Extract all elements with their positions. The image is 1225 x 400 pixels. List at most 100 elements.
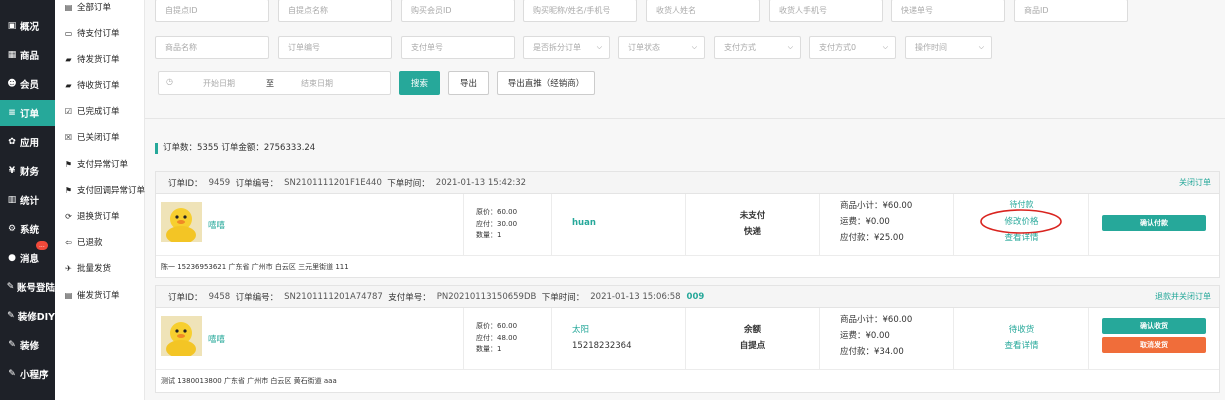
product-id-field[interactable]: 商品ID bbox=[1014, 0, 1128, 22]
clock-icon: ◷ bbox=[166, 77, 173, 86]
delivery-method: 自提点 bbox=[739, 341, 766, 351]
nav-item-system[interactable]: ⚙ 系统 bbox=[0, 216, 55, 242]
submenu-label: 待支付订单 bbox=[77, 29, 120, 39]
nav-item-decorate[interactable]: ✎ 装修 bbox=[0, 332, 55, 358]
submenu-callback-exception[interactable]: ⚑ 支付回调异常订单 bbox=[63, 180, 145, 200]
submenu-closed[interactable]: ☒ 已关闭订单 bbox=[63, 127, 145, 147]
submenu-pending-receipt[interactable]: ▰ 待收货订单 bbox=[63, 75, 145, 95]
nav-item-member[interactable]: ☻ 会员 bbox=[0, 71, 55, 97]
submenu-returns[interactable]: ⟳ 退换货订单 bbox=[63, 206, 145, 226]
order-id-label: 订单ID： bbox=[168, 178, 203, 189]
buyer-search-field[interactable]: 购买昵称/姓名/手机号 bbox=[523, 0, 637, 22]
view-details-link[interactable]: 查看详情 bbox=[954, 339, 1089, 351]
export-button[interactable]: 导出 bbox=[448, 71, 489, 95]
chevron-down-icon: ⌵ bbox=[787, 43, 793, 51]
nav-item-finance[interactable]: ¥ 财务 bbox=[0, 158, 55, 184]
product-name-link[interactable]: 嘻嘻 bbox=[208, 219, 225, 231]
nav-item-goods[interactable]: ▦ 商品 bbox=[0, 42, 55, 68]
search-button[interactable]: 搜索 bbox=[399, 71, 440, 95]
order-status-select[interactable]: 订单状态 ⌵ bbox=[618, 36, 705, 59]
chevron-down-icon: ⌵ bbox=[882, 43, 888, 51]
order-submenu: ▤ 全部订单 ▭ 待支付订单 ▰ 待发货订单 ▰ 待收货订单 ☑ 已完成订单 ☒ 已关闭订单… bbox=[55, 0, 145, 400]
buyer-phone: 15218232364 bbox=[572, 341, 632, 351]
nav-item-account-login[interactable]: ✎ 账号登陆 bbox=[0, 274, 55, 300]
message-icon: ● bbox=[8, 253, 16, 263]
operation-time-select[interactable]: 操作时间 ⌵ bbox=[905, 36, 992, 59]
back-icon: ⇦ bbox=[65, 237, 72, 247]
submenu-all-orders[interactable]: ▤ 全部订单 bbox=[63, 0, 145, 17]
nav-item-stats[interactable]: ▥ 统计 bbox=[0, 187, 55, 213]
order-card: 订单ID： 9458 订单编号： SN2101111201A74787 支付单号： P… bbox=[155, 285, 1220, 393]
check-icon: ☑ bbox=[64, 106, 73, 116]
product-thumbnail[interactable] bbox=[161, 202, 202, 242]
receiver-name-field[interactable]: 收货人姓名 bbox=[646, 0, 760, 22]
receiver-phone-field[interactable]: 收货人手机号 bbox=[769, 0, 883, 22]
submenu-label: 支付回调异常订单 bbox=[76, 186, 145, 196]
submenu-batch-ship[interactable]: ✈ 批量发货 bbox=[63, 258, 145, 278]
annotation-ellipse bbox=[980, 209, 1062, 234]
close-order-link[interactable]: 关闭订单 bbox=[1179, 177, 1211, 188]
refresh-icon: ⟳ bbox=[65, 211, 72, 221]
payment-no-label: 支付单号： bbox=[388, 292, 431, 303]
product-name-link[interactable]: 嘻嘻 bbox=[208, 333, 225, 345]
account-icon: ✎ bbox=[6, 282, 15, 292]
payment-method-0-select[interactable]: 支付方式0 ⌵ bbox=[809, 36, 896, 59]
product-thumbnail[interactable] bbox=[161, 316, 202, 356]
card-icon: ▭ bbox=[64, 28, 73, 38]
start-date-input[interactable]: 开始日期 bbox=[203, 78, 235, 89]
state-column: 待付款 修改价格 查看详情 bbox=[953, 194, 1088, 255]
nav-item-miniapp[interactable]: ✎ 小程序 bbox=[0, 361, 55, 387]
submenu-label: 已关闭订单 bbox=[77, 133, 120, 143]
payment-status-column: 余额 自提点 bbox=[685, 308, 819, 369]
payment-number-field[interactable]: 支付单号 bbox=[401, 36, 515, 59]
confirm-receipt-button[interactable]: 确认收货 bbox=[1102, 318, 1206, 334]
order-id-label: 订单ID： bbox=[168, 292, 203, 303]
refund-close-order-link[interactable]: 退款并关闭订单 bbox=[1155, 291, 1211, 302]
select-label: 是否拆分订单 bbox=[533, 43, 581, 52]
submenu-pending-shipment[interactable]: ▰ 待发货订单 bbox=[63, 49, 145, 69]
buyer-name-link[interactable]: huan bbox=[572, 218, 685, 228]
order-time: 2021-01-13 15:06:58 bbox=[590, 291, 681, 302]
date-range-picker[interactable]: ◷ 开始日期 至 结束日期 bbox=[158, 71, 391, 95]
truck-icon: ▰ bbox=[65, 80, 72, 90]
submenu-urge-ship[interactable]: ▤ 催发货订单 bbox=[63, 285, 145, 305]
buyer-name-link[interactable]: 太阳 bbox=[572, 322, 685, 338]
order-number-field[interactable]: 订单编号 bbox=[278, 36, 392, 59]
decorate-icon: ✎ bbox=[8, 340, 16, 350]
pickup-id-field[interactable]: 自提点ID bbox=[155, 0, 269, 22]
pickup-name-field[interactable]: 自提点名称 bbox=[278, 0, 392, 22]
product-name-field[interactable]: 商品名称 bbox=[155, 36, 269, 59]
nav-item-order[interactable]: ≡ 订单 bbox=[0, 100, 55, 126]
cancel-shipment-button[interactable]: 取消发货 bbox=[1102, 337, 1206, 353]
shipping-address: 陈一 15236953621 广东省 广州市 白云区 三元里街道 111 bbox=[161, 263, 349, 271]
submenu-payment-exception[interactable]: ⚑ 支付异常订单 bbox=[63, 154, 145, 174]
member-id-field[interactable]: 购买会员ID bbox=[401, 0, 515, 22]
nav-label: 账号登陆 bbox=[16, 283, 55, 294]
submenu-completed[interactable]: ☑ 已完成订单 bbox=[63, 101, 145, 121]
confirm-payment-button[interactable]: 确认付款 bbox=[1102, 215, 1206, 231]
nav-item-message[interactable]: ● 消息... bbox=[0, 241, 55, 271]
order-id: 9459 bbox=[208, 177, 231, 188]
export-direct-button[interactable]: 导出直推（经销商） bbox=[497, 71, 595, 95]
amount-column: 商品小计：¥60.00 运费：¥0.00 应付款：¥34.00 bbox=[819, 308, 953, 369]
submenu-label: 待发货订单 bbox=[77, 55, 120, 65]
split-order-select[interactable]: 是否拆分订单 ⌵ bbox=[523, 36, 610, 59]
chevron-down-icon: ⌵ bbox=[978, 43, 984, 51]
order-time-label: 下单时间： bbox=[387, 178, 430, 189]
submenu-pending-payment[interactable]: ▭ 待支付订单 bbox=[63, 23, 145, 43]
quantity: 数量：1 bbox=[476, 345, 502, 353]
order-time-label: 下单时间： bbox=[541, 292, 585, 303]
submenu-refunded[interactable]: ⇦ 已退款 bbox=[63, 232, 145, 252]
nav-label: 装修 bbox=[20, 341, 40, 352]
nav-item-apps[interactable]: ✿ 应用 bbox=[0, 129, 55, 155]
duck-image bbox=[161, 316, 202, 356]
payment-method-select[interactable]: 支付方式 ⌵ bbox=[714, 36, 801, 59]
tracking-number-field[interactable]: 快递单号 bbox=[891, 0, 1005, 22]
nav-item-diy[interactable]: ✎ 装修DIY bbox=[0, 303, 55, 329]
nav-item-overview[interactable]: ▣ 概况 bbox=[0, 13, 55, 39]
select-label: 支付方式0 bbox=[819, 43, 857, 52]
amount-column: 商品小计：¥60.00 运费：¥0.00 应付款：¥25.00 bbox=[819, 194, 953, 255]
order-summary: 订单数：5355 订单金额：2756333.24 bbox=[155, 143, 315, 154]
end-date-input[interactable]: 结束日期 bbox=[301, 78, 333, 89]
original-price: 原价：60.00 bbox=[476, 322, 518, 330]
